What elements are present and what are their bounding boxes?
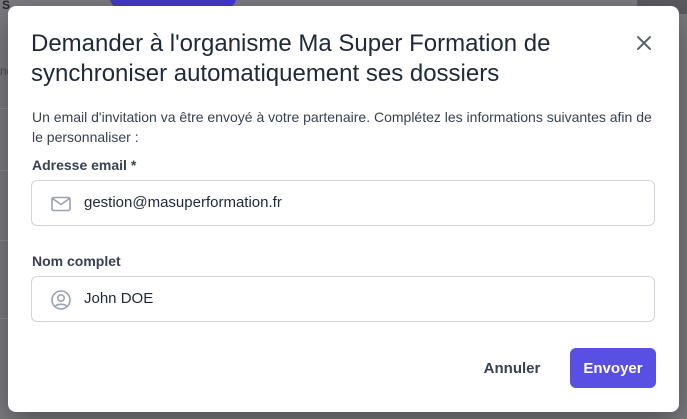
user-circle-icon: [51, 290, 71, 310]
name-label: Nom complet: [32, 253, 121, 269]
background-divider: [0, 170, 8, 171]
close-icon: [637, 36, 651, 50]
email-field[interactable]: gestion@masuperformation.fr: [31, 180, 655, 226]
background-divider: [0, 240, 8, 241]
email-value: gestion@masuperformation.fr: [84, 194, 282, 211]
background-divider: [0, 318, 8, 319]
mail-icon: [51, 196, 71, 212]
cancel-button[interactable]: Annuler: [476, 354, 548, 382]
send-button[interactable]: Envoyer: [570, 348, 656, 388]
background-divider: [0, 108, 8, 109]
email-label: Adresse email *: [32, 157, 137, 173]
name-value: John DOE: [84, 290, 154, 307]
modal-description: Un email d'invitation va être envoyé à v…: [32, 109, 652, 145]
name-field[interactable]: John DOE: [31, 276, 655, 322]
close-button[interactable]: [632, 31, 656, 55]
invite-modal: Demander à l'organisme Ma Super Formatio…: [8, 6, 679, 412]
modal-title: Demander à l'organisme Ma Super Formatio…: [31, 30, 551, 87]
